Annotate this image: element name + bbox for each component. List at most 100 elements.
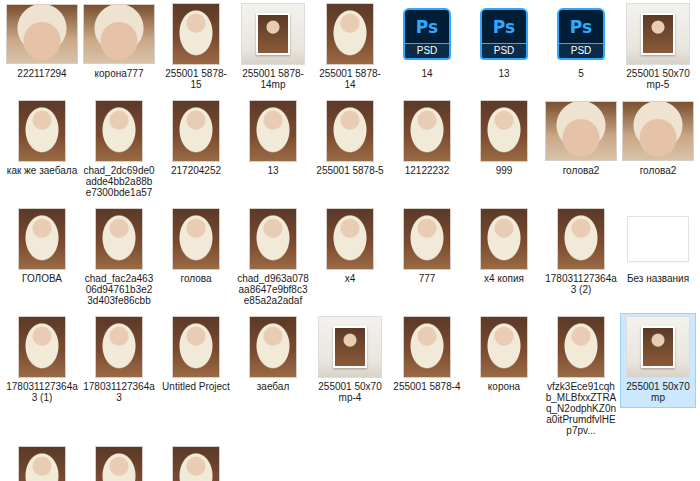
image-thumbnail xyxy=(327,4,373,64)
file-item[interactable]: 217204252 xyxy=(158,97,234,189)
file-item[interactable]: 12122232 xyxy=(389,97,465,189)
file-item[interactable]: chad_fac2a46306d94761b3e23d403fe86cbb xyxy=(81,205,157,311)
file-item[interactable]: 178031127364a3 (2) xyxy=(543,205,619,300)
file-item[interactable]: 255001 50x70 mp-4 xyxy=(312,313,388,408)
file-item[interactable]: 222117294 xyxy=(4,0,80,92)
file-item[interactable]: 255001 5878-5 xyxy=(312,97,388,189)
file-item[interactable]: chad_d963a078aa8647e9bf8c3e85a2a2adaf xyxy=(235,205,311,311)
file-name: корона xyxy=(468,381,540,392)
file-item[interactable]: 255001 5878-14mp xyxy=(235,0,311,95)
image-thumbnail xyxy=(19,209,65,269)
file-item[interactable]: 178031127364a3 xyxy=(81,313,157,408)
image-thumbnail xyxy=(19,317,65,377)
file-name: x4 копия xyxy=(468,273,540,284)
file-item[interactable]: заебал xyxy=(235,313,311,405)
file-name: 12122232 xyxy=(391,165,463,176)
mockup-thumbnail xyxy=(627,317,689,377)
file-item[interactable]: PsPSD 5 xyxy=(543,0,619,92)
thumbnail-box: PsPSD xyxy=(545,3,617,65)
file-name: заебал xyxy=(237,381,309,392)
file-name: 13 xyxy=(468,68,540,79)
file-item[interactable]: корона777 xyxy=(81,0,157,92)
ps-badge: Ps xyxy=(557,8,605,43)
image-thumbnail xyxy=(96,447,142,481)
file-item[interactable]: 178031127364a3 (1) xyxy=(4,313,80,408)
file-name: 255001 50x70 mp-4 xyxy=(314,381,386,403)
thumbnail-box: PsPSD xyxy=(468,3,540,65)
file-item[interactable]: Untitled Project xyxy=(158,313,234,405)
file-item[interactable]: 13 xyxy=(235,97,311,189)
file-name: 14 xyxy=(391,68,463,79)
image-thumbnail xyxy=(623,102,693,160)
file-name: chad_2dc69de0adde4bb2a88be7300bde1a57 xyxy=(83,165,155,198)
file-item[interactable]: 999 xyxy=(466,97,542,189)
thumbnail-box xyxy=(83,446,155,481)
thumbnail-box xyxy=(6,3,78,65)
file-view: 222117294корона777255001 5878-15255001 5… xyxy=(0,0,700,481)
file-name: голова2 xyxy=(622,165,694,176)
thumbnail-box xyxy=(83,3,155,65)
thumbnail-box xyxy=(468,316,540,378)
thumbnail-box xyxy=(314,3,386,65)
file-item[interactable]: PsPSD 13 xyxy=(466,0,542,92)
file-item[interactable]: Без названия xyxy=(620,205,696,297)
framed-picture xyxy=(641,13,675,55)
file-item[interactable]: голова2 xyxy=(620,97,696,189)
file-item[interactable]: голова2 xyxy=(543,97,619,189)
image-thumbnail xyxy=(173,4,219,64)
file-item[interactable]: 255001 5878-14 xyxy=(312,0,388,95)
thumbnail-box xyxy=(468,208,540,270)
mockup-thumbnail xyxy=(627,4,689,64)
file-item[interactable] xyxy=(158,443,234,481)
image-thumbnail xyxy=(96,209,142,269)
ps-badge: Ps xyxy=(480,8,528,43)
image-thumbnail xyxy=(19,447,65,481)
file-item[interactable]: chad_2dc69de0adde4bb2a88be7300bde1a57 xyxy=(81,97,157,203)
framed-picture xyxy=(333,326,367,368)
image-thumbnail xyxy=(481,101,527,161)
file-item[interactable]: 255001 5878-15 xyxy=(158,0,234,95)
file-item[interactable]: 255001 5878-4 xyxy=(389,313,465,405)
file-name: 5 xyxy=(545,68,617,79)
thumbnail-box xyxy=(6,446,78,481)
image-thumbnail xyxy=(173,447,219,481)
file-item[interactable] xyxy=(4,443,80,481)
thumbnail-box xyxy=(622,316,694,378)
file-item[interactable]: PsPSD14 xyxy=(389,0,465,92)
file-item[interactable]: x4 xyxy=(312,205,388,297)
thumbnail-box xyxy=(622,3,694,65)
file-item[interactable]: корона xyxy=(466,313,542,405)
file-item[interactable]: vfzk3Ece91cqhb_MLBfxxZTRAq_N2odphKZ0na0i… xyxy=(543,313,619,441)
thumbnail-box xyxy=(6,316,78,378)
thumbnail-box xyxy=(6,100,78,162)
image-thumbnail xyxy=(404,101,450,161)
thumbnail-box xyxy=(160,208,232,270)
file-item[interactable]: 777 xyxy=(389,205,465,297)
thumbnail-box xyxy=(237,316,309,378)
file-item[interactable]: 255001 50x70 mp-5 xyxy=(620,0,696,95)
file-name: 178031127364a3 xyxy=(83,381,155,403)
psd-label: PSD xyxy=(557,43,605,60)
thumbnail-box xyxy=(545,100,617,162)
image-thumbnail xyxy=(19,101,65,161)
file-name: Без названия xyxy=(622,273,694,284)
file-name: голова2 xyxy=(545,165,617,176)
file-item[interactable]: голова xyxy=(158,205,234,297)
file-name: как же заебала xyxy=(6,165,78,176)
mockup-thumbnail xyxy=(242,4,304,64)
image-thumbnail xyxy=(327,209,373,269)
file-item[interactable]: x4 копия xyxy=(466,205,542,297)
file-item[interactable] xyxy=(81,443,157,481)
image-thumbnail xyxy=(173,317,219,377)
file-item[interactable]: 255001 50x70 mp xyxy=(620,313,696,408)
file-name: 255001 5878-4 xyxy=(391,381,463,392)
thumbnail-box xyxy=(83,100,155,162)
file-item[interactable]: ГОЛОВА xyxy=(4,205,80,297)
file-name: голова xyxy=(160,273,232,284)
file-name: 13 xyxy=(237,165,309,176)
file-name: 178031127364a3 (1) xyxy=(6,381,78,403)
file-item[interactable]: как же заебала xyxy=(4,97,80,189)
photoshop-file-icon: PsPSD xyxy=(557,8,605,60)
file-grid: 222117294корона777255001 5878-15255001 5… xyxy=(4,0,696,481)
file-name: Untitled Project xyxy=(160,381,232,392)
